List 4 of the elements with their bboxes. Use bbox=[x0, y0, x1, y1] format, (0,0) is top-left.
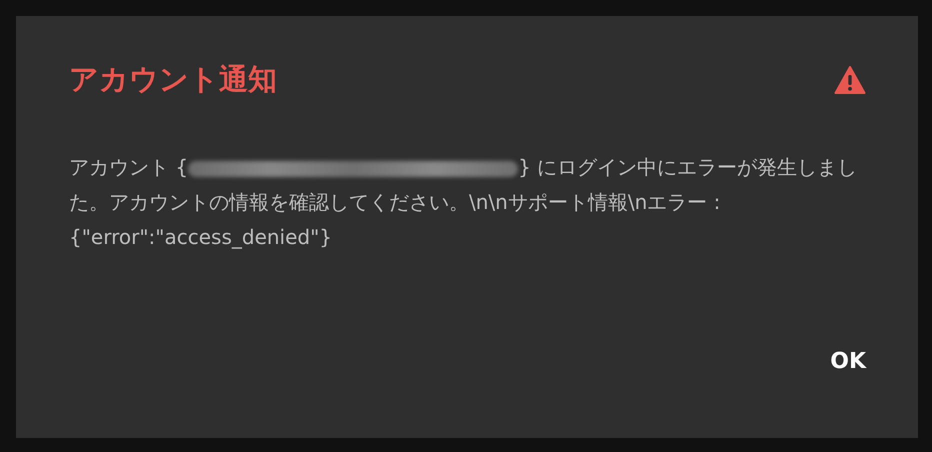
warning-icon bbox=[834, 65, 866, 95]
ok-button[interactable]: OK bbox=[828, 345, 868, 378]
dialog-title: アカウント通知 bbox=[69, 61, 277, 98]
message-text: アカウント { } にログイン中にエラーが発生しました。アカウントの情報を確認してください。\n\nサポート情報\nエラー :{"error":"access_denied"} bbox=[69, 154, 858, 251]
